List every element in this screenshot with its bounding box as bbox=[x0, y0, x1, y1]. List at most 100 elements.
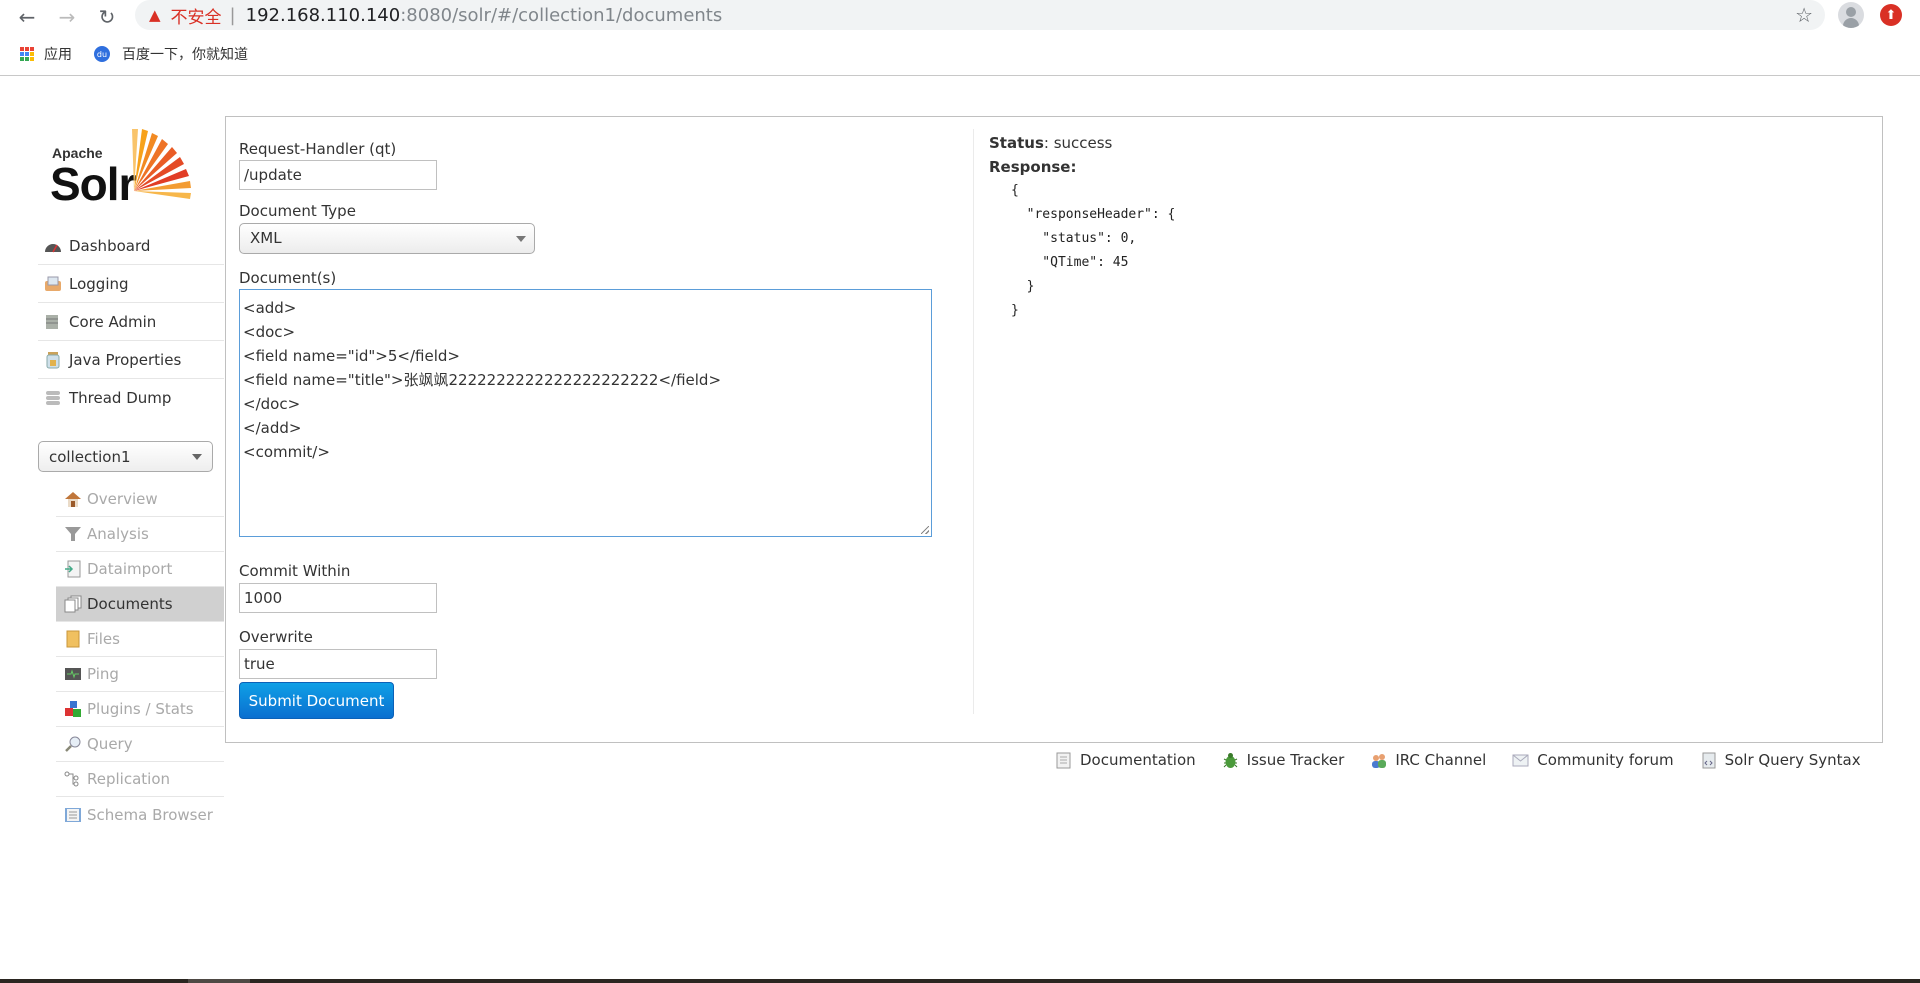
footer-link-label: Issue Tracker bbox=[1246, 751, 1345, 769]
overwrite-input[interactable] bbox=[239, 649, 437, 679]
request-handler-input[interactable] bbox=[239, 160, 437, 190]
sidebar-item-java-properties[interactable]: Java Properties bbox=[38, 341, 224, 379]
documents-text: <add> <doc> <field name="id">5</field> <… bbox=[243, 299, 722, 461]
core-item-documents[interactable]: Documents bbox=[56, 587, 224, 622]
book-icon bbox=[64, 806, 82, 824]
logging-tray-icon bbox=[43, 275, 63, 293]
resize-grip-icon[interactable] bbox=[921, 526, 929, 534]
bookmark-star-icon[interactable]: ☆ bbox=[1795, 3, 1813, 27]
core-selector-value: collection1 bbox=[49, 447, 131, 466]
response-area: Status: success Response: { "responseHea… bbox=[989, 131, 1839, 323]
sidebar-item-thread-dump[interactable]: Thread Dump bbox=[38, 379, 224, 417]
bookmark-label: 百度一下，你就知道 bbox=[122, 47, 248, 63]
status-value: : success bbox=[1043, 134, 1113, 152]
chevron-down-icon bbox=[192, 454, 202, 460]
core-menu: Overview Analysis Dataimport Documents F… bbox=[56, 482, 224, 832]
footer-link-irc-channel[interactable]: IRC Channel bbox=[1370, 751, 1486, 769]
core-item-label: Schema Browser bbox=[87, 805, 213, 824]
footer-link-solr-query-syntax[interactable]: Solr Query Syntax bbox=[1700, 751, 1861, 769]
magnifier-icon bbox=[64, 735, 82, 753]
footer-link-community-forum[interactable]: Community forum bbox=[1512, 751, 1674, 769]
footer-link-issue-tracker[interactable]: Issue Tracker bbox=[1222, 751, 1345, 769]
footer-link-label: Solr Query Syntax bbox=[1724, 751, 1861, 769]
document-type-select[interactable]: XML bbox=[239, 223, 535, 254]
back-button[interactable]: ← bbox=[13, 3, 41, 31]
dataimport-icon bbox=[64, 560, 82, 578]
ping-monitor-icon bbox=[64, 665, 82, 683]
core-item-schema-browser[interactable]: Schema Browser bbox=[56, 797, 224, 832]
documents-label: Document(s) bbox=[239, 269, 337, 287]
footer-link-label: Community forum bbox=[1537, 751, 1674, 769]
apps-grid-icon bbox=[20, 47, 34, 61]
core-item-label: Plugins / Stats bbox=[87, 700, 194, 718]
sidebar-item-dashboard[interactable]: Dashboard bbox=[38, 227, 224, 265]
footer-links: Documentation Issue Tracker IRC Channel … bbox=[1055, 747, 1861, 773]
sidebar-item-label: Dashboard bbox=[69, 236, 151, 255]
response-label: Response: bbox=[989, 158, 1077, 176]
document-type-label: Document Type bbox=[239, 202, 356, 220]
plugins-blocks-icon bbox=[64, 700, 82, 718]
request-handler-label: Request-Handler (qt) bbox=[239, 140, 397, 158]
footer-link-documentation[interactable]: Documentation bbox=[1055, 751, 1196, 769]
update-arrow-icon[interactable]: ⬆ bbox=[1880, 4, 1902, 26]
submit-document-button[interactable]: Submit Document bbox=[239, 682, 394, 719]
bookmark-apps[interactable]: 应用 bbox=[20, 44, 72, 64]
sidebar-item-logging[interactable]: Logging bbox=[38, 265, 224, 303]
browser-toolbar: ← → ↻ ▲ 不安全 | 192.168.110.140:8080/solr/… bbox=[0, 0, 1920, 34]
core-item-label: Documents bbox=[87, 595, 173, 613]
core-item-analysis[interactable]: Analysis bbox=[56, 517, 224, 552]
funnel-icon bbox=[64, 525, 82, 543]
commit-within-input[interactable] bbox=[239, 583, 437, 613]
core-item-plugins-stats[interactable]: Plugins / Stats bbox=[56, 692, 224, 727]
status-label: Status bbox=[989, 134, 1044, 152]
documents-textarea[interactable]: <add> <doc> <field name="id">5</field> <… bbox=[239, 289, 932, 537]
core-item-files[interactable]: Files bbox=[56, 622, 224, 657]
document-form: Request-Handler (qt) Document Type XML D… bbox=[239, 137, 959, 719]
replication-icon bbox=[64, 770, 82, 788]
core-item-dataimport[interactable]: Dataimport bbox=[56, 552, 224, 587]
bookmark-baidu[interactable]: du 百度一下，你就知道 bbox=[94, 44, 248, 64]
sidebar-item-label: Logging bbox=[69, 274, 129, 293]
java-jar-icon bbox=[43, 351, 63, 369]
envelope-icon bbox=[1512, 752, 1529, 769]
dashboard-gauge-icon bbox=[43, 237, 63, 255]
chevron-down-icon bbox=[516, 236, 526, 242]
core-item-ping[interactable]: Ping bbox=[56, 657, 224, 692]
taskbar-active-segment[interactable] bbox=[188, 979, 250, 983]
sunburst-icon bbox=[132, 129, 191, 199]
bookmarks-bar: 应用 du 百度一下，你就知道 bbox=[0, 40, 1920, 68]
core-item-replication[interactable]: Replication bbox=[56, 762, 224, 797]
profile-avatar-icon[interactable] bbox=[1838, 2, 1864, 28]
commit-within-label: Commit Within bbox=[239, 562, 351, 580]
folder-icon bbox=[64, 630, 82, 648]
address-bar[interactable]: ▲ 不安全 | 192.168.110.140:8080/solr/#/coll… bbox=[135, 0, 1825, 30]
core-item-label: Files bbox=[87, 630, 120, 648]
core-admin-icon bbox=[43, 313, 63, 331]
core-selector[interactable]: collection1 bbox=[38, 441, 213, 472]
core-item-label: Replication bbox=[87, 770, 171, 788]
house-icon bbox=[64, 490, 82, 508]
url-host: 192.168.110.140 bbox=[245, 4, 401, 26]
baidu-paw-icon: du bbox=[94, 46, 110, 62]
thread-dump-icon bbox=[43, 389, 63, 407]
documents-panel: Request-Handler (qt) Document Type XML D… bbox=[225, 116, 1883, 743]
sidebar-item-label: Thread Dump bbox=[69, 389, 172, 407]
people-icon bbox=[1370, 752, 1387, 769]
scroll-icon bbox=[1700, 752, 1717, 769]
forward-button[interactable]: → bbox=[53, 3, 81, 31]
overwrite-label: Overwrite bbox=[239, 628, 313, 646]
footer-link-label: Documentation bbox=[1080, 751, 1196, 769]
solr-logo[interactable]: Apache Solr bbox=[50, 125, 202, 210]
warning-triangle-icon: ▲ bbox=[149, 6, 161, 24]
core-item-label: Analysis bbox=[87, 525, 149, 543]
sidebar-item-label: Core Admin bbox=[69, 312, 157, 331]
document-type-value: XML bbox=[250, 229, 282, 247]
core-item-overview[interactable]: Overview bbox=[56, 482, 224, 517]
sidebar-item-core-admin[interactable]: Core Admin bbox=[38, 303, 224, 341]
security-status: 不安全 bbox=[170, 7, 222, 28]
sidebar-menu: Dashboard Logging Core Admin Java Proper… bbox=[38, 227, 224, 417]
core-item-label: Ping bbox=[87, 665, 119, 683]
reload-button[interactable]: ↻ bbox=[93, 3, 121, 31]
bookmark-label: 应用 bbox=[44, 47, 72, 63]
core-item-query[interactable]: Query bbox=[56, 727, 224, 762]
